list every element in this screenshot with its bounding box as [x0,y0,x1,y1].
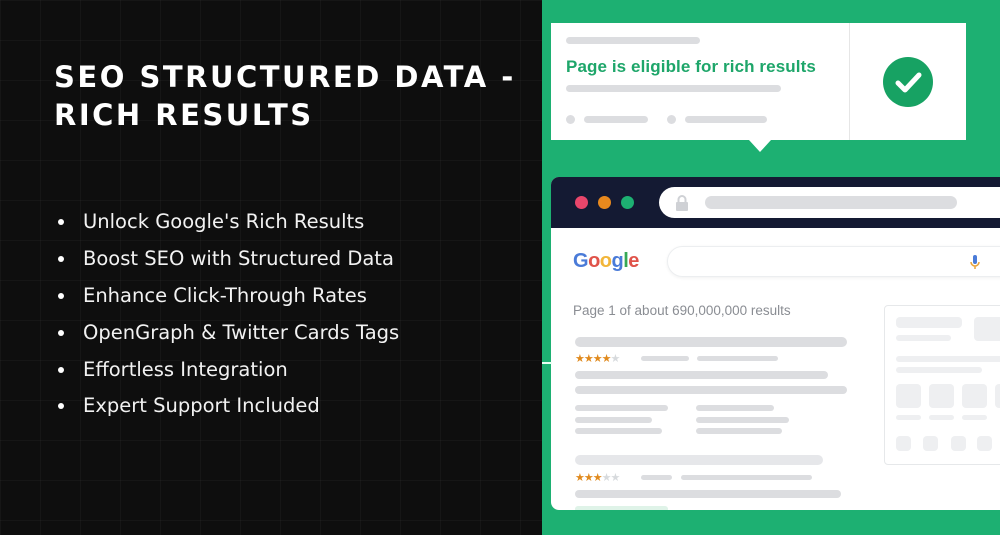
placeholder-line [575,405,668,411]
image-placeholder [995,384,1000,408]
placeholder-line [575,490,841,498]
rich-result-card: Page is eligible for rich results [551,23,966,140]
twitter-icon [923,436,938,451]
placeholder-line [575,428,662,434]
left-panel: SEO STRUCTURED DATA - RICH RESULTS Unloc… [0,0,542,535]
image-placeholder [896,384,921,408]
lock-icon [676,195,688,211]
feature-item: Enhance Click-Through Rates [58,278,399,315]
placeholder-line [566,37,700,44]
bullet-icon [58,403,64,410]
feature-item: Boost SEO with Structured Data [58,241,399,278]
bullet-icon [58,292,64,299]
feature-text: Expert Support Included [83,394,320,418]
placeholder-line [575,386,847,394]
feature-text: Effortless Integration [83,357,288,381]
placeholder-line [696,428,782,434]
bullet-icon [58,329,64,336]
placeholder-line [697,356,778,361]
placeholder-line [685,116,767,123]
feature-item: Expert Support Included [58,388,399,425]
placeholder-dot [566,115,575,124]
placeholder-line [896,317,962,328]
card-divider [849,23,850,140]
rating-stars-3: ★★★★★ [575,471,620,484]
placeholder-line [575,371,828,379]
placeholder-line [681,475,812,480]
placeholder-line [696,405,774,411]
feature-text: Boost SEO with Structured Data [83,247,394,271]
bullet-icon [58,366,64,373]
address-bar[interactable] [659,187,1000,218]
card-pointer [749,140,771,152]
youtube-icon [977,436,992,451]
facebook-icon [896,436,911,451]
eligibility-message: Page is eligible for rich results [566,57,816,76]
search-input[interactable] [667,246,1000,277]
check-circle-icon [883,57,933,107]
connector-line [542,362,552,364]
illustration-panel: Page is eligible for rich results Google… [542,0,1000,535]
placeholder-line [962,415,987,420]
url-placeholder [705,196,957,209]
feature-text: OpenGraph & Twitter Cards Tags [83,320,400,344]
placeholder-line [641,475,672,480]
headline-line-1: SEO STRUCTURED DATA - [54,60,516,94]
placeholder-line [696,417,789,423]
placeholder-line [896,356,1000,362]
linkedin-icon [951,436,966,451]
placeholder-line [896,415,921,420]
feature-text: Enhance Click-Through Rates [83,283,367,307]
microphone-icon[interactable] [970,255,980,270]
maximize-dot-icon [621,196,634,209]
placeholder-line [575,506,668,510]
rating-stars-4: ★★★★★ [575,352,620,365]
google-logo: Google [573,250,639,272]
result-title-placeholder [575,455,823,465]
headline-line-2: RICH RESULTS [54,98,314,132]
close-dot-icon [575,196,588,209]
browser-window: Google Page 1 of about 690,000,000 resul… [551,177,1000,510]
feature-text: Unlock Google's Rich Results [83,210,365,234]
placeholder-line [566,85,781,92]
placeholder-line [575,417,652,423]
placeholder-line [896,367,982,373]
browser-toolbar [551,177,1000,228]
placeholder-dot [667,115,676,124]
minimize-dot-icon [598,196,611,209]
placeholder-line [896,335,951,341]
placeholder-line [584,116,648,123]
thumbnail-placeholder [974,317,1000,341]
bullet-icon [58,219,64,226]
result-title-placeholder [575,337,847,347]
image-placeholder [962,384,987,408]
result-count: Page 1 of about 690,000,000 results [573,303,791,318]
feature-item: Effortless Integration [58,351,399,388]
image-placeholder [929,384,954,408]
feature-item: Unlock Google's Rich Results [58,204,399,241]
feature-list: Unlock Google's Rich Results Boost SEO w… [58,204,399,425]
knowledge-panel [884,305,1000,465]
bullet-icon [58,256,64,263]
feature-item: OpenGraph & Twitter Cards Tags [58,314,399,351]
placeholder-line [929,415,954,420]
headline: SEO STRUCTURED DATA - RICH RESULTS [54,58,516,134]
placeholder-line [641,356,689,361]
